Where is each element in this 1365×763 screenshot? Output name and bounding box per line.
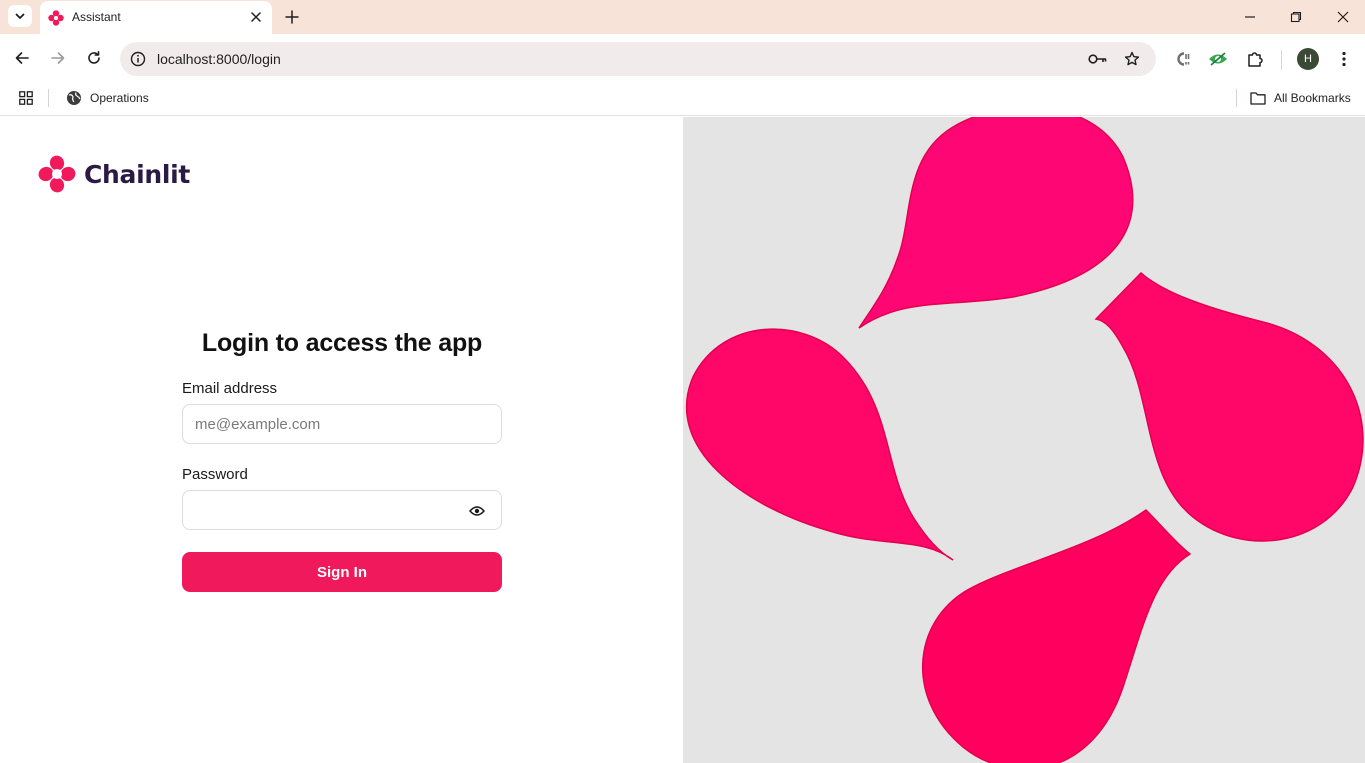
close-window-button[interactable] [1332, 6, 1354, 28]
star-icon [1124, 51, 1140, 66]
more-vertical-icon [1342, 51, 1346, 67]
folder-icon [1250, 92, 1266, 105]
all-bookmarks-label: All Bookmarks [1274, 91, 1351, 105]
sign-in-button[interactable]: Sign In [182, 552, 502, 592]
extensions-button[interactable] [1244, 48, 1266, 70]
close-icon [251, 12, 261, 22]
minimize-button[interactable] [1239, 6, 1261, 28]
logo-petal-top [858, 117, 1134, 329]
globe-icon [67, 91, 81, 105]
brand-logo: Chainlit [38, 155, 190, 193]
bookmarks-bar: Operations All Bookmarks [0, 82, 1365, 116]
bookmark-label: Operations [90, 91, 149, 105]
extension-eye-button[interactable] [1207, 48, 1229, 70]
green-eye-icon [1209, 52, 1227, 66]
email-field-wrapper [182, 404, 502, 444]
reload-icon [88, 51, 100, 64]
email-field[interactable] [183, 405, 501, 443]
logo-petal-bottom [922, 509, 1192, 763]
puzzle-icon [1248, 52, 1263, 67]
apps-grid-icon [19, 91, 33, 105]
all-bookmarks-button[interactable]: All Bookmarks [1250, 86, 1351, 110]
bookmark-operations[interactable]: Operations [62, 86, 153, 110]
extension-c-button[interactable] [1171, 48, 1193, 70]
eye-icon [469, 506, 485, 516]
tab-strip: Assistant [0, 0, 1365, 34]
browser-tab[interactable]: Assistant [40, 1, 272, 34]
restore-button[interactable] [1285, 6, 1307, 28]
forward-button[interactable] [46, 46, 70, 70]
bookmarks-divider [1236, 89, 1237, 107]
chainlit-logo-icon [38, 155, 76, 193]
password-label: Password [182, 466, 248, 483]
new-tab-button[interactable] [282, 7, 302, 27]
browser-toolbar: localhost:8000/login H [0, 34, 1365, 82]
chainlit-logo-illustration [686, 117, 1364, 763]
restore-icon [1290, 11, 1302, 23]
extension-c-icon [1177, 52, 1190, 66]
reload-button[interactable] [82, 46, 106, 70]
brand-illustration-panel [683, 117, 1365, 763]
address-bar[interactable]: localhost:8000/login [120, 42, 1156, 76]
login-page: Chainlit Login to access the app Email a… [0, 117, 1365, 763]
password-field-wrapper [182, 490, 502, 530]
info-icon [130, 51, 146, 67]
address-url[interactable]: localhost:8000/login [157, 51, 281, 67]
password-field[interactable] [183, 491, 501, 529]
brand-name: Chainlit [84, 159, 191, 189]
arrow-right-icon [51, 52, 65, 64]
browser-menu-button[interactable] [1333, 48, 1355, 70]
tab-search-button[interactable] [8, 5, 32, 27]
login-panel: Chainlit Login to access the app Email a… [0, 117, 683, 763]
chainlit-favicon-icon [48, 10, 64, 26]
toggle-password-visibility-button[interactable] [469, 503, 485, 519]
logo-petal-left [686, 328, 954, 561]
bookmark-star-button[interactable] [1122, 49, 1142, 69]
bookmarks-divider [48, 89, 49, 107]
logo-petal-right [1094, 271, 1364, 542]
plus-icon [285, 10, 299, 24]
tab-close-button[interactable] [248, 9, 264, 25]
minimize-icon [1245, 16, 1255, 18]
back-button[interactable] [10, 46, 34, 70]
chevron-down-icon [15, 13, 25, 19]
apps-button[interactable] [16, 88, 36, 108]
key-icon [1088, 54, 1107, 64]
close-icon [1337, 11, 1349, 23]
page-title: Login to access the app [201, 329, 483, 357]
password-key-button[interactable] [1088, 49, 1108, 69]
email-label: Email address [182, 380, 278, 397]
profile-avatar[interactable]: H [1297, 48, 1319, 70]
arrow-left-icon [15, 52, 29, 64]
toolbar-divider [1281, 50, 1282, 70]
site-info-button[interactable] [128, 49, 148, 69]
tab-title: Assistant [72, 10, 121, 24]
login-form: Login to access the app Email address Pa… [182, 329, 502, 592]
